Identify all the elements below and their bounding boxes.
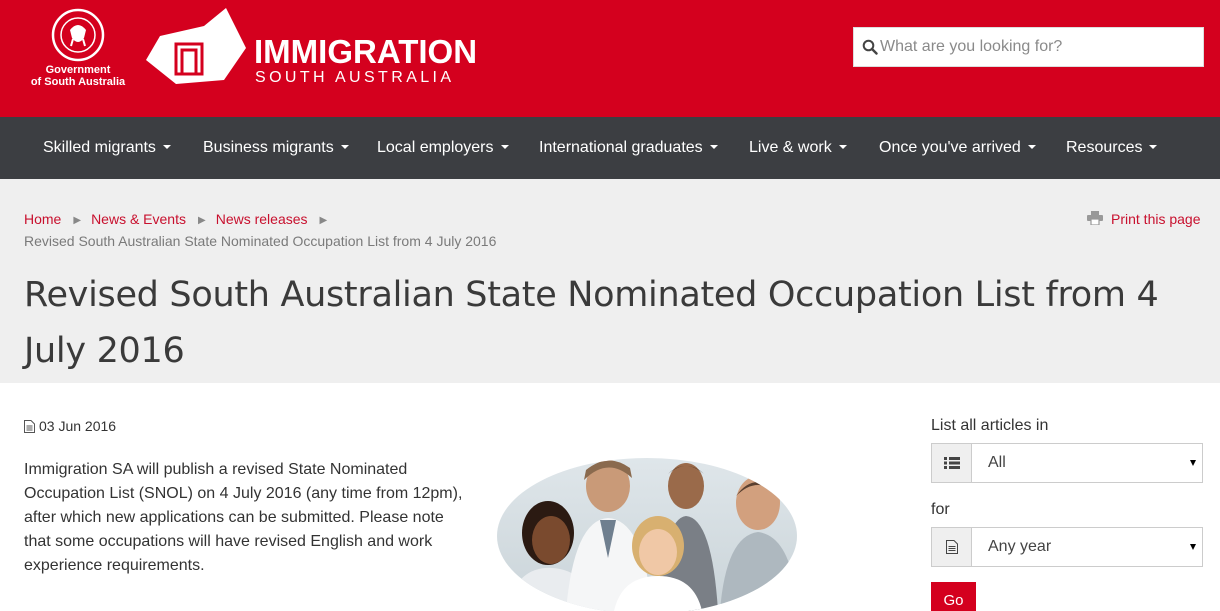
nav-item-once-you-have-arrived[interactable]: Once you've arrived: [879, 117, 1036, 179]
article-date: 03 Jun 2016: [24, 418, 116, 434]
breadcrumb-news-events[interactable]: News & Events: [91, 211, 186, 227]
nav-item-international-graduates[interactable]: International graduates: [539, 117, 718, 179]
document-icon: [946, 540, 958, 554]
chevron-right-icon: ▶: [73, 215, 82, 226]
brand-title: IMMIGRATION: [254, 33, 478, 70]
dropdown-arrow-icon: [1190, 544, 1196, 550]
breadcrumb-current: Revised South Australian State Nominated…: [24, 233, 497, 249]
nav-item-live-and-work[interactable]: Live & work: [749, 117, 847, 179]
caret-down-icon: [709, 144, 718, 149]
nav-label: Skilled migrants: [43, 139, 156, 156]
nav-item-local-employers[interactable]: Local employers: [377, 117, 509, 179]
nav-label: International graduates: [539, 139, 703, 156]
chevron-right-icon: ▶: [319, 215, 328, 226]
dropdown-arrow-icon: [1190, 460, 1196, 466]
year-select[interactable]: Any year: [931, 527, 1203, 567]
government-of-south-australia-logo[interactable]: Government of South Australia: [22, 8, 134, 92]
site-header: Government of South Australia IMMIGRATIO…: [0, 0, 1220, 117]
gov-logo-line2: of South Australia: [30, 76, 126, 88]
caret-down-icon: [162, 144, 171, 149]
nav-item-resources[interactable]: Resources: [1066, 117, 1158, 179]
search-icon[interactable]: [862, 39, 878, 55]
for-label: for: [931, 501, 950, 518]
print-label: Print this page: [1111, 211, 1201, 227]
page-title: Revised South Australian State Nominated…: [24, 275, 1159, 371]
print-page-link[interactable]: Print this page: [1087, 211, 1201, 227]
chevron-right-icon: ▶: [198, 215, 206, 226]
article-date-text: 03 Jun 2016: [39, 418, 117, 434]
caret-down-icon: [1027, 144, 1036, 149]
gov-logo-line1: Government: [45, 64, 111, 76]
category-select[interactable]: All: [931, 443, 1203, 483]
search-input[interactable]: [880, 28, 1200, 66]
go-button[interactable]: Go: [931, 582, 976, 611]
nav-label: Resources: [1066, 139, 1143, 156]
piping-shrike-crest-icon: [51, 8, 105, 62]
caret-down-icon: [340, 144, 349, 149]
caret-down-icon: [838, 144, 847, 149]
nav-label: Local employers: [377, 139, 494, 156]
printer-icon: [1087, 211, 1103, 226]
list-articles-label: List all articles in: [931, 417, 1049, 434]
immigration-sa-logo[interactable]: IMMIGRATION SOUTH AUSTRALIA: [142, 8, 482, 88]
list-icon: [944, 457, 960, 469]
breadcrumb-home[interactable]: Home: [24, 211, 61, 227]
document-icon: [24, 419, 35, 433]
page-title-band: Home ▶ News & Events ▶ News releases ▶ Revise…: [0, 179, 1220, 383]
nav-label: Business migrants: [203, 139, 334, 156]
article-body: Immigration SA will publish a revised St…: [24, 461, 463, 574]
brand-subtitle: SOUTH AUSTRALIA: [255, 69, 455, 86]
caret-down-icon: [500, 144, 509, 149]
search-box: [853, 27, 1204, 67]
year-select-value: Any year: [988, 538, 1052, 555]
caret-down-icon: [1149, 144, 1158, 149]
select-addon: [932, 528, 972, 566]
nav-item-business-migrants[interactable]: Business migrants: [203, 117, 349, 179]
australia-map-icon: [146, 8, 246, 84]
category-select-value: All: [988, 454, 1006, 471]
select-addon: [932, 444, 972, 482]
nav-label: Live & work: [749, 139, 832, 156]
breadcrumb-news-releases[interactable]: News releases: [216, 211, 308, 227]
main-navigation: Skilled migrants Business migrants Local…: [0, 117, 1220, 179]
group-of-professionals-image: [497, 458, 797, 611]
breadcrumb: Home ▶ News & Events ▶ News releases ▶: [24, 211, 337, 227]
nav-label: Once you've arrived: [879, 139, 1021, 156]
nav-item-skilled-migrants[interactable]: Skilled migrants: [43, 117, 171, 179]
